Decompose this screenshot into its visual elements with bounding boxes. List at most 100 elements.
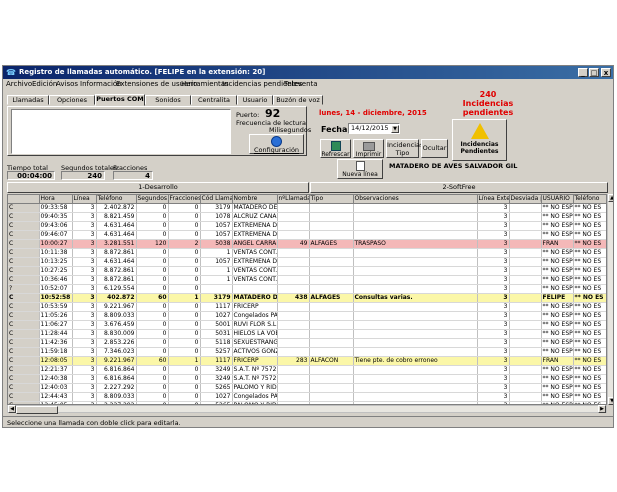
table-row[interactable]: C 10:53:59 3 9.221.967 0 0 1117 FRICERP 3 ** NO E… [8, 302, 606, 313]
table-row[interactable]: ?10:52:0736.129.554003** NO ESPE** NO ES [8, 284, 606, 295]
column-header[interactable]: Tipo [309, 195, 354, 205]
table-cell [509, 302, 542, 313]
title-bar[interactable]: ☎ Registro de llamadas automático. [FELI… [3, 66, 613, 79]
column-header[interactable]: Cód Llamar [200, 195, 233, 205]
imprimir-button[interactable]: Imprimir [353, 139, 384, 158]
table-cell: 3 [477, 338, 510, 349]
table-cell: 3 [477, 302, 510, 313]
column-header[interactable]: Teléfono [96, 195, 137, 205]
table-row[interactable]: C 12:40:03 3 2.227.292 0 0 5265 PALOMO Y RIDE 3 *… [8, 383, 606, 394]
table-row[interactable]: C 10:36:46 3 8.872.861 0 0 1 VENTAS CONT. 3 ** NO… [8, 275, 606, 286]
table-row[interactable]: C 11:05:26 3 8.809.033 0 0 1027 Congelados PAS 3… [8, 311, 606, 322]
menu-edicion[interactable]: Edición [32, 80, 57, 88]
column-header[interactable]: Nombre [232, 195, 278, 205]
table-cell: 1078 [200, 212, 233, 223]
table-row[interactable]: C 10:27:25 3 8.872.861 0 0 1 VENTAS CONT. 3 ** NO… [8, 266, 606, 277]
table-row[interactable]: C 11:42:36 3 2.853.226 0 0 5118 SEXUESTRANG 3 ** … [8, 338, 606, 349]
tab-puertos-com[interactable]: Puertos COM [95, 94, 145, 106]
scroll-left-icon[interactable]: ◀ [8, 405, 16, 413]
group-tab-softfree[interactable]: 2-SoftFree [310, 182, 608, 193]
table-cell [353, 311, 478, 322]
nueva-linea-button[interactable]: Nueva línea [337, 159, 383, 179]
table-cell: ** NO ESPE [541, 302, 574, 313]
table-cell: ** NO ES [573, 293, 606, 304]
column-header[interactable]: Hora [39, 195, 73, 205]
column-header[interactable] [8, 195, 40, 205]
table-cell [309, 329, 354, 340]
horizontal-scrollbar[interactable]: ◀ ▶ [7, 405, 607, 414]
minimize-button[interactable]: _ [578, 68, 588, 77]
table-row[interactable]: C 12:40:38 3 6.816.864 0 0 3249 S.A.T. Nº 7572 3… [8, 374, 606, 385]
table-row[interactable]: C 09:46:07 3 4.631.464 0 0 1057 EXTREMEÑA DE 3 **… [8, 230, 606, 241]
table-row[interactable]: C 10:00:27 3 3.281.551 120 2 5038 ANGEL CARRA 49… [8, 239, 606, 250]
column-header[interactable]: Línea [72, 195, 97, 205]
table-row[interactable]: C 10:13:25 3 4.631.464 0 0 1057 EXTREMEÑA DE 3 **… [8, 257, 606, 268]
port-log-memo[interactable] [11, 109, 231, 154]
table-cell: 4.631.464 [96, 257, 137, 268]
tab-sonidos[interactable]: Sonidos [145, 95, 191, 105]
chevron-down-icon[interactable]: ▼ [391, 125, 399, 133]
column-header[interactable]: Línea Exter [477, 195, 510, 205]
table-row[interactable]: C 09:40:35 3 8.821.459 0 0 1078 ALCRUZ CANAL 3 **… [8, 212, 606, 223]
column-header[interactable]: Observaciones [353, 195, 478, 205]
table-cell: 1057 [200, 230, 233, 241]
table-cell [277, 320, 310, 331]
table-cell [353, 221, 478, 232]
column-header[interactable]: Segundos [136, 195, 169, 205]
tab-llamadas[interactable]: Llamadas [7, 95, 49, 105]
configuracion-button[interactable]: Configuración [249, 134, 304, 154]
table-row[interactable]: C 11:59:18 3 7.346.023 0 0 5257 ACTIVOS GONZ 3 **… [8, 347, 606, 358]
table-row[interactable]: C 11:06:27 3 3.676.459 0 0 5001 RUVI FLOR S.L 3 *… [8, 320, 606, 331]
menu-avisos[interactable]: Avisos [56, 80, 78, 88]
table-cell: 0 [136, 392, 169, 403]
refrescar-button[interactable]: Refrescar [320, 139, 351, 158]
table-row[interactable]: C 12:08:05 3 9.221.967 60 1 1117 FRICERP 283 ALFA… [8, 356, 606, 367]
maximize-button[interactable]: □ [589, 68, 599, 77]
incidencias-pendientes-button[interactable]: Incidencias Pendientes [452, 119, 507, 161]
menu-televenta[interactable]: Televenta [284, 80, 318, 88]
table-cell: 09:33:58 [39, 203, 73, 214]
table-row[interactable]: C 12:21:37 3 6.816.864 0 0 3249 S.A.T. Nº 7572 3… [8, 365, 606, 376]
ocultar-button[interactable]: Ocultar [421, 139, 448, 158]
table-cell: 0 [168, 347, 201, 358]
tab-usuario[interactable]: Usuario [237, 95, 273, 105]
table-cell: 3 [477, 248, 510, 259]
column-header[interactable]: Teléfono [573, 195, 606, 205]
tab-centralita[interactable]: Centralita [191, 95, 237, 105]
incidencias-tipo-button[interactable]: Incidencias Tipo [386, 139, 423, 158]
table-cell [309, 383, 354, 394]
table-cell: C [8, 338, 40, 349]
table-row[interactable]: C 10:11:38 3 8.872.861 0 0 1 VENTAS CONT. 3 ** NO… [8, 248, 606, 259]
table-row[interactable]: C 11:28:44 3 8.830.009 0 0 5031 HIELOS LA VOE 3 *… [8, 329, 606, 340]
table-cell: 6.816.864 [96, 374, 137, 385]
table-cell [309, 203, 354, 214]
table-cell: C [8, 275, 40, 286]
port-label: Puerto: [236, 111, 260, 119]
fecha-date-picker[interactable]: 14/12/2015 ▼ [348, 123, 400, 134]
calls-grid[interactable]: Hora Línea Teléfono Segundos Fracciones Cód L… [7, 194, 607, 405]
scroll-down-icon[interactable]: ▼ [608, 397, 613, 405]
menu-archivo[interactable]: Archivo [6, 80, 32, 88]
table-cell: 9.221.967 [96, 302, 137, 313]
column-header[interactable]: Fracciones [168, 195, 201, 205]
tab-opciones[interactable]: Opciones [49, 95, 95, 105]
tab-buzon-voz[interactable]: Buzón de voz [273, 95, 323, 105]
column-header[interactable]: nºLlamada [277, 195, 310, 205]
table-row[interactable]: C 12:44:43 3 8.809.033 0 0 1027 Congelados PAS 3… [8, 392, 606, 403]
table-row[interactable]: C 09:33:58 3 2.402.872 0 0 3179 MATADERO DE 3 ** … [8, 203, 606, 214]
close-button[interactable]: x [601, 68, 611, 77]
table-cell: 10:53:59 [39, 302, 73, 313]
vertical-scrollbar[interactable]: ▲ ▼ [607, 194, 613, 405]
scroll-right-icon[interactable]: ▶ [598, 405, 606, 413]
scroll-up-icon[interactable]: ▲ [608, 194, 613, 202]
group-tab-desarrollo[interactable]: 1-Desarrollo [7, 182, 309, 193]
horizontal-scroll-thumb[interactable] [16, 406, 58, 414]
column-header[interactable]: USUARIO [541, 195, 574, 205]
segundos-totales-value: 240 [61, 171, 105, 180]
table-row[interactable]: C 09:43:06 3 4.631.464 0 0 1057 EXTREMEÑA DE 3 **… [8, 221, 606, 232]
column-header[interactable]: Desviada p [509, 195, 542, 205]
table-cell: 0 [136, 365, 169, 376]
table-cell: 8.830.009 [96, 329, 137, 340]
table-cell: 0 [168, 257, 201, 268]
table-row[interactable]: C 10:52:58 3 402.872 60 1 3179 MATADERO D 438 ALF… [8, 293, 606, 304]
